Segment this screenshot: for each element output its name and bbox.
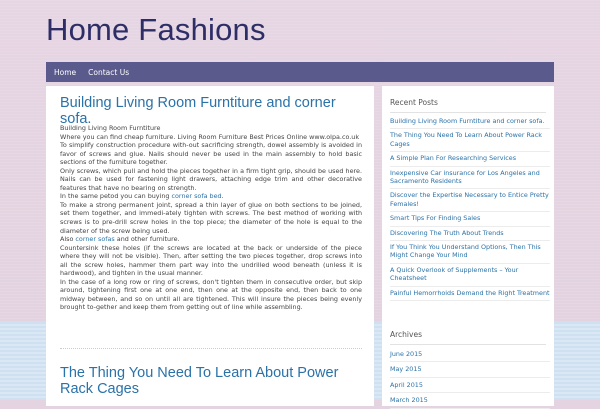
recent-post-link[interactable]: Smart Tips For Finding Sales bbox=[390, 212, 550, 227]
archive-link[interactable]: March 2015 bbox=[390, 393, 550, 409]
recent-post-link[interactable]: If You Think You Understand Options, The… bbox=[390, 241, 550, 264]
archives-rule bbox=[390, 344, 546, 345]
nav-contact-us[interactable]: Contact Us bbox=[88, 68, 129, 77]
archive-link[interactable]: May 2015 bbox=[390, 362, 550, 378]
recent-post-link[interactable]: Discovering The Truth About Trends bbox=[390, 227, 550, 242]
post-text: Only screws, which pull and hold the pie… bbox=[60, 166, 362, 192]
nav-home[interactable]: Home bbox=[54, 68, 76, 77]
archive-link[interactable]: April 2015 bbox=[390, 378, 550, 394]
recent-posts-heading: Recent Posts bbox=[390, 98, 438, 107]
archive-link[interactable]: June 2015 bbox=[390, 347, 550, 363]
recent-post-link[interactable]: A Simple Plan For Researching Services bbox=[390, 152, 550, 167]
post-text: To simplify construction procedure with-… bbox=[60, 141, 362, 167]
recent-posts-list: Building Living Room Furntiture and corn… bbox=[390, 115, 550, 302]
post-paragraph: Where you can find cheap furniture. Livi… bbox=[60, 133, 362, 142]
post-divider bbox=[60, 348, 362, 349]
post-paragraph: To simplify construction procedure with-… bbox=[60, 141, 362, 167]
post-title-1[interactable]: Building Living Room Furntiture and corn… bbox=[60, 95, 360, 127]
site-title[interactable]: Home Fashions bbox=[46, 12, 266, 48]
main-navigation: Home Contact Us bbox=[46, 62, 554, 82]
recent-post-link[interactable]: The Thing You Need To Learn About Power … bbox=[390, 129, 550, 153]
post-text: Building Living Room Furntiture bbox=[60, 124, 161, 132]
post-text: To make a strong permanent joint, spread… bbox=[60, 200, 362, 235]
post-paragraph: In the same petod you can buying corner … bbox=[60, 192, 362, 201]
recent-post-link[interactable]: Building Living Room Furntiture and corn… bbox=[390, 115, 550, 130]
post-text: Where you can find cheap furniture. Livi… bbox=[60, 132, 360, 141]
post-paragraph: Countersink these holes (if the screws a… bbox=[60, 244, 362, 278]
main-content: Building Living Room Furntiture and corn… bbox=[46, 86, 374, 406]
post-text: In the same petod you can buying bbox=[60, 192, 172, 201]
post-paragraph: To make a strong permanent joint, spread… bbox=[60, 201, 362, 235]
archives-heading: Archives bbox=[390, 330, 422, 339]
post-text: . bbox=[221, 192, 224, 201]
post-paragraph: Only screws, which pull and hold the pie… bbox=[60, 167, 362, 193]
recent-post-link[interactable]: Inexpensive Car insurance for Los Angele… bbox=[390, 167, 550, 190]
post-text: In the case of a long row or ring of scr… bbox=[60, 277, 362, 312]
sidebar: Recent Posts Building Living Room Furnti… bbox=[382, 86, 554, 409]
post-inline-link[interactable]: corner sofas bbox=[75, 235, 114, 243]
post-text: Also bbox=[60, 235, 76, 244]
post-paragraph: Also corner sofas and other furniture. bbox=[60, 235, 362, 244]
recent-posts-rule bbox=[390, 112, 546, 113]
recent-post-link[interactable]: Discover the Expertise Necessary to Enti… bbox=[390, 189, 550, 213]
recent-post-link[interactable]: A Quick Overlook of Supplements – Your C… bbox=[390, 264, 550, 287]
post-body-1: Building Living Room Furntiture Where you… bbox=[60, 124, 362, 312]
archives-list: June 2015 May 2015 April 2015 March 2015 bbox=[390, 347, 550, 409]
post-text: Countersink these holes (if the screws a… bbox=[60, 243, 362, 278]
post-title-2[interactable]: The Thing You Need To Learn About Power … bbox=[60, 365, 360, 397]
post-inline-link[interactable]: corner sofa bed bbox=[172, 192, 222, 200]
post-paragraph: Building Living Room Furntiture bbox=[60, 124, 362, 133]
recent-post-link[interactable]: Painful Hemorrhoids Demand the Right Tre… bbox=[390, 287, 550, 302]
post-paragraph: In the case of a long row or ring of scr… bbox=[60, 278, 362, 312]
post-text: and other furniture. bbox=[114, 235, 180, 244]
